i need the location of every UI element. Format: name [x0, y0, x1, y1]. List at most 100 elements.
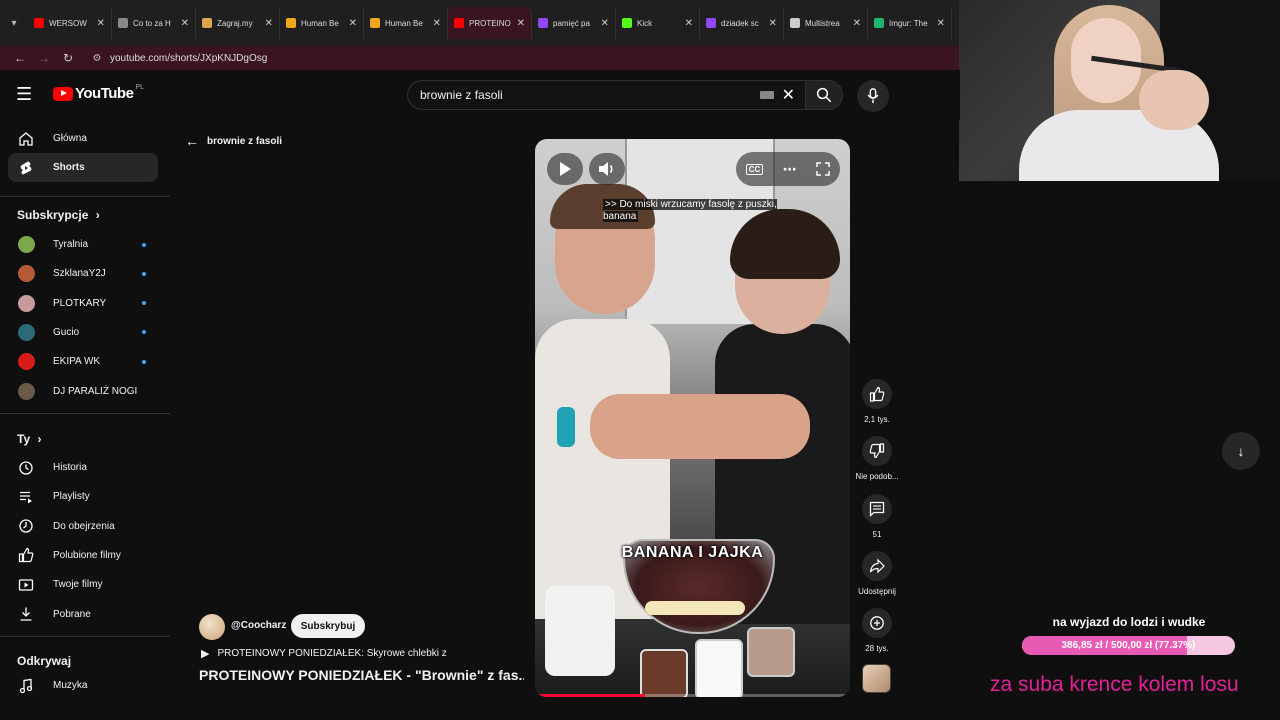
browser-tab[interactable]: Human Be ✕ [280, 7, 364, 39]
like-button[interactable] [862, 379, 892, 409]
browser-tab[interactable]: Human Be ✕ [364, 7, 448, 39]
channel-handle[interactable]: @Coocharz [231, 620, 286, 631]
sidebar-section-explore[interactable]: Odkrywaj [17, 654, 71, 668]
captions-icon[interactable]: CC [745, 163, 764, 175]
tab-close-icon[interactable]: ✕ [433, 18, 441, 29]
arrow-down-icon: ↓ [1237, 443, 1245, 459]
sidebar-subscription-item[interactable]: DJ PARALIŻ NOGI [8, 377, 158, 406]
sidebar-divider [0, 196, 170, 197]
sidebar-item[interactable]: Playlisty [8, 482, 158, 511]
sound-thumbnail[interactable] [862, 664, 891, 693]
back-to-search-link[interactable]: ← brownie z fasoli [185, 133, 282, 149]
sidebar-section-explore-label: Odkrywaj [17, 654, 72, 668]
tab-close-icon[interactable]: ✕ [265, 18, 273, 29]
forward-arrow-icon[interactable]: → [32, 51, 56, 65]
search-input[interactable] [420, 88, 760, 102]
remix-action[interactable]: 28 tys. [850, 608, 904, 653]
tab-close-icon[interactable]: ✕ [685, 18, 693, 29]
url-field[interactable]: youtube.com/shorts/JXpKNJDgOsg [110, 53, 267, 64]
playlist-icon [18, 489, 34, 505]
tab-close-icon[interactable]: ✕ [937, 18, 945, 29]
back-arrow-icon: ← [185, 133, 199, 149]
sidebar-divider [0, 636, 170, 637]
voice-search-button[interactable] [857, 80, 889, 112]
comments-action[interactable]: 51 [850, 494, 904, 539]
back-arrow-icon[interactable]: ← [8, 51, 32, 65]
video-progress-bar[interactable] [535, 694, 850, 697]
share-button[interactable] [862, 551, 892, 581]
site-info-icon[interactable]: ⚙ [88, 53, 106, 64]
channel-avatar[interactable] [199, 614, 225, 640]
screen: ▾ WERSOW ✕ Co to za H ✕ Zagraj.my ✕ Human Be ✕ H… [0, 0, 1280, 720]
sidebar-item[interactable]: Główna [8, 124, 158, 153]
volume-button[interactable] [589, 153, 625, 185]
comments-button[interactable] [862, 494, 892, 524]
tab-close-icon[interactable]: ✕ [853, 18, 861, 29]
sidebar-item[interactable]: Pobrane [8, 600, 158, 629]
tab-label: dziadek sc [721, 18, 759, 28]
playlist-link[interactable]: ▶ PROTEINOWY PONIEDZIAŁEK: Skyrowe chleb… [201, 647, 447, 660]
sidebar-item[interactable]: Historia [8, 453, 158, 482]
more-options-icon[interactable]: ⋯ [783, 161, 797, 178]
browser-tab[interactable]: Multistrea ✕ [784, 7, 868, 39]
fullscreen-icon[interactable] [816, 162, 830, 176]
sidebar-item-label: EKIPA WK [53, 356, 101, 368]
tab-close-icon[interactable]: ✕ [601, 18, 609, 29]
tab-favicon-icon [706, 18, 716, 28]
tab-close-icon[interactable]: ✕ [181, 18, 189, 29]
dislike-button[interactable] [862, 436, 892, 466]
video-title[interactable]: PROTEINOWY PONIEDZIAŁEK - "Brownie" z fa… [199, 667, 524, 683]
sidebar-subscription-item[interactable]: SzklanaY2J [8, 259, 158, 288]
tab-close-icon[interactable]: ✕ [349, 18, 357, 29]
shorts-icon [18, 160, 34, 176]
sidebar-subscription-item[interactable]: Gucio [8, 318, 158, 347]
sidebar-item[interactable]: Polubione filmy [8, 541, 158, 570]
sidebar-subscription-item[interactable]: EKIPA WK [8, 347, 158, 376]
tab-label: pamięć pa [553, 18, 590, 28]
youtube-header: ☰ YouTube PL ✕ [0, 70, 960, 120]
playlist-label: PROTEINOWY PONIEDZIAŁEK: Skyrowe chlebki… [217, 648, 447, 659]
sidebar-item[interactable]: Shorts [8, 153, 158, 182]
search-button[interactable] [805, 80, 843, 110]
browser-tab[interactable]: Zagraj.my ✕ [196, 7, 280, 39]
sidebar-subscription-item[interactable]: PLOTKARY [8, 289, 158, 318]
sidebar-subscription-item[interactable]: Tyralnia [8, 230, 158, 259]
browser-tab[interactable]: WERSOW ✕ [28, 7, 112, 39]
tab-close-icon[interactable]: ✕ [517, 18, 525, 29]
sidebar-section-subscriptions[interactable]: Subskrypcje › [17, 208, 100, 222]
tab-favicon-icon [118, 18, 128, 28]
reload-icon[interactable]: ↻ [56, 51, 80, 65]
tab-favicon-icon [790, 18, 800, 28]
sidebar-item-label: Gucio [53, 326, 80, 338]
subscribe-button[interactable]: Subskrybuj [291, 614, 365, 638]
share-action[interactable]: Udostępnij [850, 551, 904, 596]
browser-tab[interactable]: pamięć pa ✕ [532, 7, 616, 39]
play-button[interactable] [547, 153, 583, 185]
next-video-button[interactable]: ↓ [1222, 432, 1260, 470]
browser-tab[interactable]: dziadek sc ✕ [700, 7, 784, 39]
sidebar-section-you[interactable]: Ty › [17, 432, 41, 446]
keyboard-icon[interactable] [759, 91, 774, 99]
like-action[interactable]: 2,1 tys. [850, 379, 904, 424]
tab-close-icon[interactable]: ✕ [769, 18, 777, 29]
youtube-play-logo-icon [53, 86, 73, 101]
sidebar-item-label: Pobrane [53, 608, 91, 620]
tab-close-icon[interactable]: ✕ [97, 18, 105, 29]
youtube-logo[interactable]: YouTube PL [53, 84, 144, 102]
dislike-action[interactable]: Nie podob... [850, 436, 904, 481]
like-icon [18, 547, 34, 563]
remix-button[interactable] [862, 608, 892, 638]
browser-tab[interactable]: Imgur: The ✕ [868, 7, 952, 39]
sidebar-item[interactable]: Twoje filmy [8, 570, 158, 599]
browser-tab[interactable]: Kick ✕ [616, 7, 700, 39]
search-box: ✕ [407, 80, 805, 110]
short-video-player[interactable]: >> Do miski wrzucamy fasolę z puszki, ba… [535, 139, 850, 697]
browser-tab[interactable]: Co to za H ✕ [112, 7, 196, 39]
donation-goal-title: na wyjazd do lodzi i wudke [1052, 615, 1206, 629]
sidebar-item[interactable]: Muzyka [8, 671, 158, 700]
hamburger-menu-icon[interactable]: ☰ [16, 84, 36, 104]
tab-search-chevron-icon[interactable]: ▾ [4, 13, 24, 33]
browser-tab[interactable]: PROTEINO ✕ [448, 7, 532, 39]
clear-search-icon[interactable]: ✕ [782, 85, 795, 105]
sidebar-item[interactable]: Do obejrzenia [8, 512, 158, 541]
